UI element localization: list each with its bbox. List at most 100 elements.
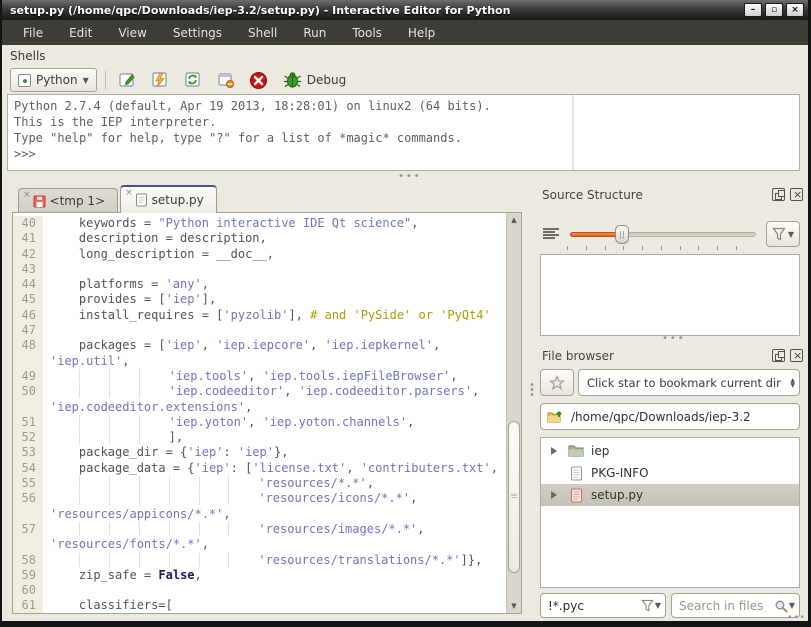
expander-icon[interactable] bbox=[547, 447, 561, 455]
tab-close-icon[interactable]: × bbox=[125, 189, 133, 198]
bookmark-combo-text: Click star to bookmark current dir bbox=[587, 375, 781, 390]
shell-line: Type "help" for help, type "?" for a lis… bbox=[14, 131, 462, 145]
filter-value: !*.pyc bbox=[548, 598, 584, 613]
lightning-icon bbox=[152, 72, 167, 88]
tree-item-label: PKG-INFO bbox=[591, 466, 649, 480]
unsaved-file-icon bbox=[33, 195, 46, 207]
shell-output-text[interactable]: Python 2.7.4 (default, Apr 19 2013, 18:2… bbox=[8, 95, 572, 170]
menu-view[interactable]: View bbox=[105, 26, 159, 40]
tab-tmp1[interactable]: × <tmp 1> bbox=[18, 188, 119, 213]
shell-line: This is the IEP interpreter. bbox=[14, 115, 217, 129]
debug-button[interactable]: Debug bbox=[283, 71, 346, 89]
current-path-text: /home/qpc/Downloads/iep-3.2 bbox=[571, 409, 751, 424]
shell-toolbar: Python ▼ Debug bbox=[10, 67, 346, 93]
edit-icon bbox=[119, 73, 135, 87]
tab-label: <tmp 1> bbox=[49, 194, 106, 208]
minimize-button[interactable]: – bbox=[744, 3, 762, 17]
file-tree[interactable]: iep PKG-INFO setup.py bbox=[540, 437, 800, 588]
close-panel-icon[interactable] bbox=[790, 188, 803, 201]
scroll-up-icon[interactable]: ▲ bbox=[507, 213, 521, 227]
window-title: setup.py (/home/qpc/Downloads/iep-3.2/se… bbox=[10, 3, 511, 17]
scroll-down-icon[interactable]: ▼ bbox=[507, 599, 521, 613]
maximize-button[interactable]: ▫ bbox=[765, 3, 783, 17]
scrollbar-thumb[interactable] bbox=[508, 421, 520, 573]
menu-file[interactable]: File bbox=[10, 26, 56, 40]
float-panel-icon[interactable] bbox=[772, 188, 785, 201]
spinner-arrows-icon[interactable]: ▲ ▼ bbox=[790, 377, 795, 388]
python-shell-button[interactable]: Python ▼ bbox=[10, 68, 97, 92]
edit-shell-config-button[interactable] bbox=[114, 68, 140, 92]
tree-row-setup-py[interactable]: setup.py bbox=[541, 484, 799, 506]
search-placeholder: Search in files bbox=[679, 598, 764, 613]
tree-row-iep[interactable]: iep bbox=[541, 440, 799, 462]
tree-row-pkg-info[interactable]: PKG-INFO bbox=[541, 462, 799, 484]
chevron-down-icon[interactable]: ▼ bbox=[655, 601, 661, 610]
folder-up-icon[interactable] bbox=[547, 409, 564, 425]
source-structure-title: Source Structure bbox=[542, 188, 643, 202]
bug-icon bbox=[283, 72, 301, 88]
restart-shell-button[interactable] bbox=[180, 68, 206, 92]
bookmark-combobox[interactable]: Click star to bookmark current dir ▲ ▼ bbox=[578, 369, 800, 396]
horizontal-splitter-handle[interactable]: ••• bbox=[398, 172, 422, 182]
source-structure-toolbar: ▼ bbox=[542, 220, 800, 248]
search-in-files-input[interactable]: Search in files ▼ bbox=[671, 593, 800, 618]
file-browser-bookmark-row: Click star to bookmark current dir ▲ ▼ bbox=[540, 369, 800, 396]
menu-shell[interactable]: Shell bbox=[235, 26, 290, 40]
code-editor[interactable]: 40 keywords = "Python interactive IDE Qt… bbox=[12, 212, 522, 614]
close-button[interactable]: × bbox=[786, 3, 804, 17]
structure-filter-button[interactable]: ▼ bbox=[766, 221, 800, 247]
structure-lines-icon bbox=[543, 228, 559, 239]
window-minus-icon bbox=[218, 73, 234, 88]
terminate-shell-button[interactable] bbox=[213, 68, 239, 92]
tab-setup-py[interactable]: × setup.py bbox=[120, 185, 217, 213]
debug-label: Debug bbox=[306, 73, 347, 87]
expander-icon[interactable] bbox=[547, 491, 561, 499]
tree-item-label: setup.py bbox=[591, 488, 644, 502]
menu-edit[interactable]: Edit bbox=[56, 26, 105, 40]
vertical-splitter-handle[interactable]: • • • bbox=[529, 381, 535, 401]
search-icon[interactable] bbox=[774, 599, 788, 613]
current-path-field[interactable]: /home/qpc/Downloads/iep-3.2 bbox=[540, 403, 800, 430]
star-icon bbox=[549, 374, 565, 390]
source-structure-list[interactable] bbox=[540, 254, 800, 336]
shell-status-icon bbox=[18, 73, 31, 87]
chevron-down-icon: ▼ bbox=[82, 75, 89, 85]
float-panel-icon[interactable] bbox=[772, 349, 785, 362]
bookmark-star-button[interactable] bbox=[540, 369, 574, 396]
editor-scrollbar[interactable]: ▲ ▼ bbox=[506, 213, 521, 613]
editor-tabbar: × <tmp 1> × setup.py bbox=[18, 185, 219, 213]
shell-output-panel[interactable]: Python 2.7.4 (default, Apr 19 2013, 18:2… bbox=[7, 94, 800, 171]
funnel-icon[interactable] bbox=[641, 599, 654, 612]
menubar: File Edit View Settings Shell Run Tools … bbox=[2, 20, 808, 45]
titlebar: setup.py (/home/qpc/Downloads/iep-3.2/se… bbox=[2, 0, 808, 20]
close-panel-icon[interactable] bbox=[790, 349, 803, 362]
menu-tools[interactable]: Tools bbox=[339, 26, 395, 40]
shell-secondary-pane bbox=[574, 95, 799, 170]
file-icon bbox=[135, 193, 147, 207]
refresh-icon bbox=[185, 72, 200, 87]
shell-line: Python 2.7.4 (default, Apr 19 2013, 18:2… bbox=[14, 99, 491, 113]
python-shell-label: Python bbox=[36, 73, 78, 87]
menu-help[interactable]: Help bbox=[395, 26, 448, 40]
funnel-icon bbox=[772, 227, 786, 241]
resize-grip[interactable]: ••• bbox=[787, 614, 806, 623]
stop-icon bbox=[250, 71, 268, 89]
menu-run[interactable]: Run bbox=[290, 26, 339, 40]
file-browser-title: File browser bbox=[542, 349, 614, 363]
window-bottom-frame bbox=[2, 621, 808, 627]
stop-shell-button[interactable] bbox=[246, 68, 272, 92]
menu-settings[interactable]: Settings bbox=[160, 26, 235, 40]
filename-filter-input[interactable]: !*.pyc ▼ bbox=[540, 593, 666, 618]
chevron-down-icon[interactable]: ▼ bbox=[789, 601, 795, 610]
slider-handle[interactable] bbox=[615, 225, 630, 244]
tab-close-icon[interactable]: × bbox=[23, 191, 31, 200]
structure-depth-slider[interactable] bbox=[570, 221, 756, 247]
interrupt-shell-button[interactable] bbox=[147, 68, 173, 92]
panel-splitter-handle[interactable]: ••• bbox=[662, 334, 686, 344]
code-rows[interactable]: 40 keywords = "Python interactive IDE Qt… bbox=[13, 213, 506, 613]
toolbar-separator bbox=[104, 71, 106, 89]
shell-prompt: >>> bbox=[14, 147, 36, 161]
app-window: setup.py (/home/qpc/Downloads/iep-3.2/se… bbox=[0, 0, 811, 627]
source-structure-panel-buttons bbox=[772, 188, 803, 201]
file-icon bbox=[570, 466, 582, 480]
